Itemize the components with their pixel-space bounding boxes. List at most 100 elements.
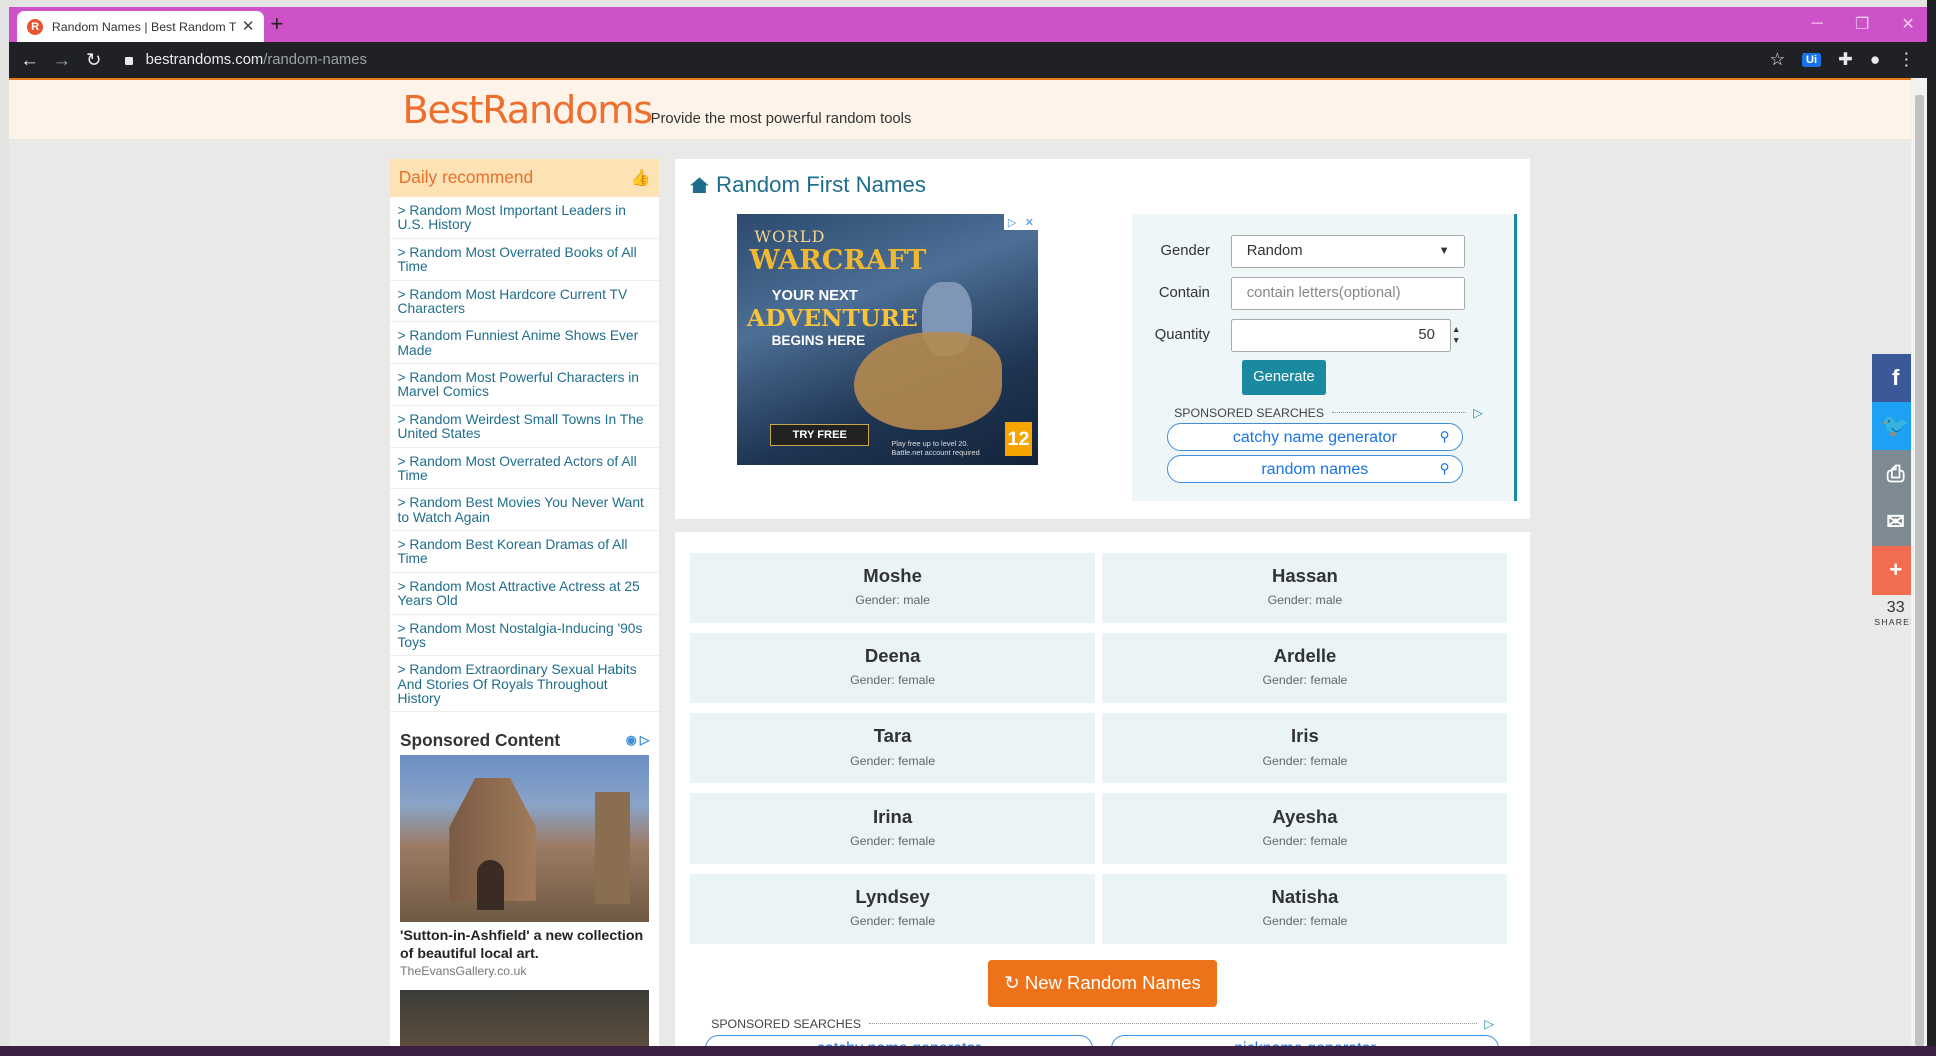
name-card: Iris Gender: female (1102, 713, 1508, 784)
ad-line4: ADVENTURE (746, 304, 918, 333)
sponsored-search-2[interactable]: random names ⚲ (1166, 455, 1463, 484)
name-card: Ardelle Gender: female (1102, 632, 1508, 704)
home-icon[interactable] (690, 177, 709, 194)
gender-select[interactable]: Random ▼ (1230, 234, 1466, 268)
name-value: Lyndsey (855, 885, 930, 907)
adchoices-icon[interactable]: ◉ ▷ (626, 733, 650, 747)
quantity-row: Quantity 50 ▲ ▼ (1132, 318, 1460, 353)
daily-recommend-item[interactable]: > Random Most Attractive Actress at 25 Y… (390, 573, 660, 615)
menu-dots-icon[interactable]: ⋮ (1898, 49, 1915, 70)
reload-icon[interactable]: ↻ (78, 49, 110, 71)
facebook-share-icon[interactable]: f (1871, 353, 1912, 402)
extensions-puzzle-icon[interactable]: ✚ (1838, 49, 1852, 70)
sponsored-source[interactable]: TheEvansGallery.co.uk (390, 963, 659, 991)
adchoices-icon[interactable]: ▷ (1473, 406, 1482, 420)
search-icon: ⚲ (1439, 428, 1450, 444)
ad-line3: YOUR NEXT (771, 288, 858, 305)
daily-recommend-item[interactable]: > Random Most Overrated Books of All Tim… (390, 239, 660, 281)
daily-recommend-item[interactable]: > Random Most Hardcore Current TV Charac… (390, 281, 660, 323)
daily-recommend-item[interactable]: > Random Weirdest Small Towns In The Uni… (390, 406, 660, 448)
warcraft-ad[interactable]: WORLD WARCRAFT YOUR NEXT ADVENTURE BEGIN… (737, 214, 1039, 465)
stepper-down-icon[interactable]: ▼ (1452, 335, 1461, 346)
ad-line1: WORLD (754, 226, 826, 246)
sponsored-image[interactable] (400, 755, 650, 923)
daily-recommend-item[interactable]: > Random Most Important Leaders in U.S. … (390, 197, 660, 239)
daily-recommend-item[interactable]: > Random Most Powerful Characters in Mar… (390, 364, 660, 406)
name-gender: Gender: female (1262, 833, 1348, 848)
lock-icon (124, 56, 134, 66)
profile-icon[interactable]: ● (1870, 49, 1880, 70)
bookmark-star-icon[interactable]: ☆ (1770, 49, 1785, 70)
daily-recommend-item[interactable]: > Random Best Korean Dramas of All Time (390, 531, 660, 573)
church-tower-shape (595, 792, 630, 904)
name-card: Deena Gender: female (690, 632, 1096, 704)
close-window-icon[interactable]: ✕ (1901, 14, 1914, 34)
address-bar[interactable]: bestrandoms.com/random-names (124, 51, 367, 68)
ad-try-free-button[interactable]: TRY FREE (770, 424, 870, 447)
browser-toolbar: ← → ↻ bestrandoms.com/random-names ☆ Ui … (8, 41, 1928, 78)
name-value: Moshe (863, 564, 922, 586)
church-door-shape (476, 860, 504, 910)
close-tab-icon[interactable]: ✕ (242, 18, 254, 35)
browser-title-bar: R Random Names | Best Random T ✕ + ─ ❐ ✕ (8, 7, 1928, 42)
stepper-up-icon[interactable]: ▲ (1452, 324, 1461, 335)
restore-icon[interactable]: ❐ (1855, 14, 1869, 34)
back-icon[interactable]: ← (14, 49, 46, 71)
sponsored-search-2-label: random names (1261, 459, 1369, 478)
sponsored-searches-header-2: SPONSORED SEARCHES ▷ (711, 1017, 1494, 1031)
sponsored-content-title: Sponsored Content (400, 729, 561, 750)
daily-recommend-item[interactable]: > Random Best Movies You Never Want to W… (390, 489, 660, 532)
favicon-icon: R (27, 18, 44, 35)
search-icon: ⚲ (1439, 460, 1450, 476)
daily-recommend-item[interactable]: > Random Extraordinary Sexual Habits And… (390, 656, 660, 713)
name-card: Moshe Gender: male (690, 552, 1096, 623)
twitter-share-icon[interactable]: 🐦 (1871, 401, 1912, 451)
quantity-input[interactable]: 50 (1230, 318, 1451, 352)
ad-griffin-shape (854, 331, 1003, 431)
ad-close-icon[interactable]: ▷ ✕ (1003, 214, 1039, 231)
daily-recommend-item[interactable]: > Random Most Overrated Actors of All Ti… (390, 448, 660, 490)
name-card: Natisha Gender: female (1102, 873, 1508, 944)
site-logo[interactable]: BestRandoms (402, 88, 653, 133)
name-gender: Gender: female (850, 753, 936, 768)
daily-recommend-title: Daily recommend (398, 167, 534, 188)
daily-recommend-item[interactable]: > Random Most Nostalgia-Inducing '90s To… (390, 615, 660, 657)
more-share-icon[interactable]: + (1871, 546, 1912, 595)
sponsored-search-1[interactable]: catchy name generator ⚲ (1166, 422, 1463, 452)
sponsored-searches-header: SPONSORED SEARCHES ▷ (1174, 406, 1483, 420)
sponsored-searches-label-2: SPONSORED SEARCHES (711, 1016, 862, 1031)
email-icon[interactable]: ✉ (1871, 498, 1912, 547)
contain-input[interactable]: contain letters(optional) (1230, 276, 1466, 310)
chevron-down-icon: ▼ (1438, 245, 1450, 258)
sponsored-caption[interactable]: 'Sutton-in-Ashfield' a new collection of… (390, 922, 659, 963)
forward-icon[interactable]: → (46, 49, 78, 71)
name-gender: Gender: male (1267, 593, 1343, 608)
new-random-names-button[interactable]: ↻ New Random Names (987, 960, 1218, 1007)
screen: R Random Names | Best Random T ✕ + ─ ❐ ✕… (0, 0, 1936, 1056)
uipath-extension-icon[interactable]: Ui (1802, 52, 1821, 68)
print-icon[interactable]: ⎙ (1871, 450, 1912, 499)
url-domain: bestrandoms.com (145, 51, 264, 68)
quantity-stepper[interactable]: ▲ ▼ (1452, 324, 1461, 346)
name-gender: Gender: female (1262, 914, 1348, 929)
daily-recommend-list: > Random Most Important Leaders in U.S. … (390, 197, 660, 713)
name-gender: Gender: female (850, 673, 936, 688)
browser-tab[interactable]: R Random Names | Best Random T ✕ (17, 11, 265, 42)
minimize-icon[interactable]: ─ (1812, 14, 1823, 34)
page-scrollbar[interactable] (1911, 77, 1928, 1056)
taskbar (0, 1045, 1936, 1056)
daily-recommend-item[interactable]: > Random Funniest Anime Shows Ever Made (390, 322, 660, 365)
name-gender: Gender: male (855, 593, 930, 608)
name-value: Hassan (1272, 564, 1338, 586)
divider (1331, 412, 1466, 414)
name-card: Hassan Gender: male (1102, 552, 1508, 623)
gender-select-value: Random (1246, 243, 1303, 260)
generate-button[interactable]: Generate (1241, 359, 1326, 395)
new-tab-button[interactable]: + (270, 11, 283, 37)
ad-line2: WARCRAFT (749, 243, 927, 276)
scrollbar-thumb[interactable] (1914, 95, 1924, 1046)
url-path: /random-names (263, 51, 367, 68)
tab-title: Random Names | Best Random T (51, 19, 237, 34)
adchoices-icon[interactable]: ▷ (1484, 1017, 1493, 1031)
quantity-label: Quantity (1154, 327, 1210, 344)
